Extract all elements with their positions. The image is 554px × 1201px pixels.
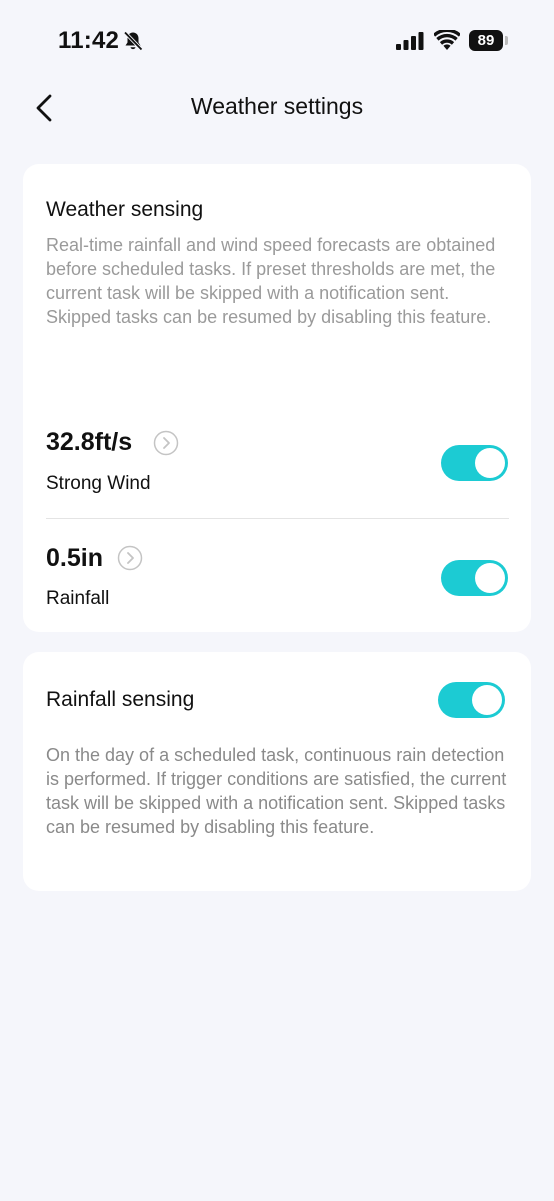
wifi-icon [434,30,460,50]
toggle-knob [475,448,505,478]
weather-settings-screen: 11:42 89 Weather settings Weather sensin… [0,0,554,1201]
strong-wind-toggle[interactable] [441,445,508,481]
rainfall-threshold-chevron-icon[interactable] [117,545,143,571]
rainfall-toggle[interactable] [441,560,508,596]
weather-sensing-card: Weather sensing Real-time rainfall and w… [23,164,531,632]
wind-threshold-chevron-icon[interactable] [153,430,179,456]
weather-sensing-description: Real-time rainfall and wind speed foreca… [46,235,496,327]
toggle-knob [475,563,505,593]
divider [46,518,509,519]
bell-off-icon [123,31,143,51]
rainfall-sensing-title: Rainfall sensing [46,688,195,711]
status-time: 11:42 [58,27,120,54]
battery-icon: 89 [469,30,503,51]
signal-icon [396,32,424,50]
status-bar: 11:42 89 [0,0,554,84]
wind-label: Strong Wind [46,473,151,494]
rainfall-sensing-description: On the day of a scheduled task, continuo… [46,745,507,837]
toggle-knob [472,685,502,715]
weather-sensing-title: Weather sensing [46,198,204,221]
rainfall-sensing-card: Rainfall sensing On the day of a schedul… [23,652,531,891]
rainfall-threshold-value: 0.5in [46,544,103,572]
rainfall-sensing-toggle[interactable] [438,682,505,718]
rainfall-label: Rainfall [46,588,110,609]
wind-threshold-value: 32.8ft/s [46,428,133,456]
page-title: Weather settings [190,93,364,119]
battery-tip [505,36,508,45]
